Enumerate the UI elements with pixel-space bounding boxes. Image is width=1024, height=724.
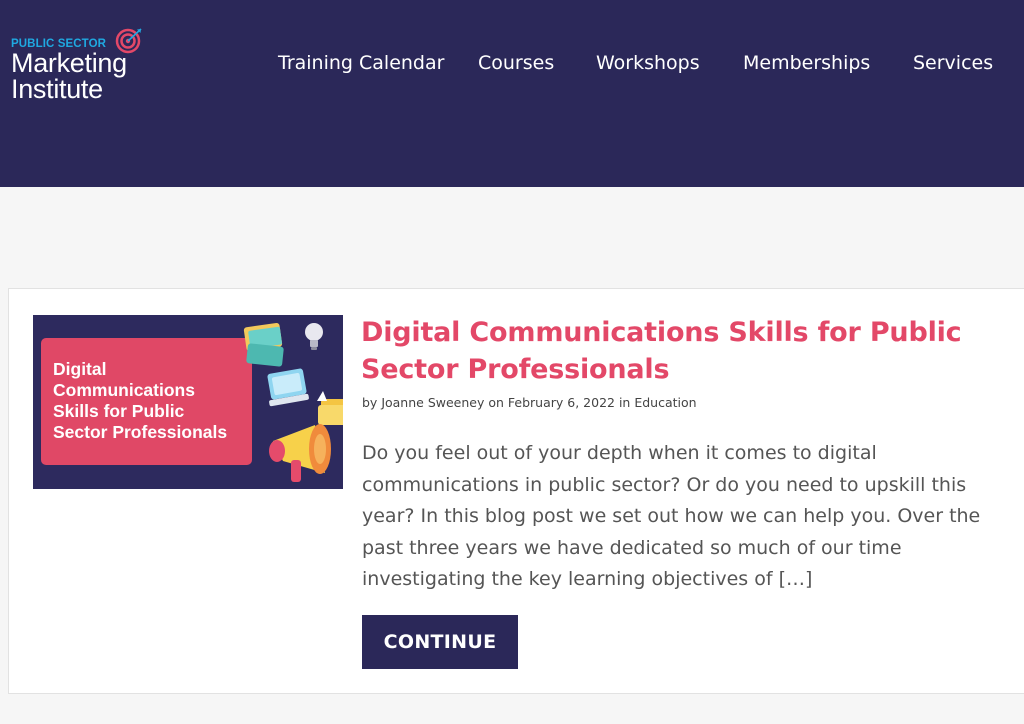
continue-button[interactable]: CONTINUE [362,615,518,669]
author-link[interactable]: Joanne Sweeney [381,395,484,410]
nav-workshops[interactable]: Workshops [596,52,700,74]
main-nav: Training Calendar Courses Workshops Memb… [0,52,1024,76]
nav-courses[interactable]: Courses [478,52,554,74]
nav-training-calendar[interactable]: Training Calendar [278,52,444,74]
post-date: February 6, 2022 [507,395,615,410]
meta-in-text: in [614,395,635,410]
books-icon [243,322,284,367]
site-header: PUBLIC SECTOR Marketing Institute Traini… [0,0,1024,187]
nav-services[interactable]: Services [913,52,993,74]
logo-word-institute: Institute [11,74,103,104]
thumbnail-illustration [243,322,343,482]
post-thumbnail[interactable]: Digital Communications Skills for Public… [33,315,343,489]
post-meta: by Joanne Sweeney on February 6, 2022 in… [362,395,697,410]
folder-icon [317,391,343,425]
meta-on-text: on [484,395,508,410]
megaphone-icon [269,424,331,482]
post-excerpt: Do you feel out of your depth when it co… [362,442,981,591]
nav-memberships[interactable]: Memberships [743,52,870,74]
laptop-icon [267,368,309,407]
post-title[interactable]: Digital Communications Skills for Public… [361,314,991,388]
category-link[interactable]: Education [634,395,696,410]
lightbulb-icon [305,323,323,350]
meta-by-text: by [362,395,382,410]
